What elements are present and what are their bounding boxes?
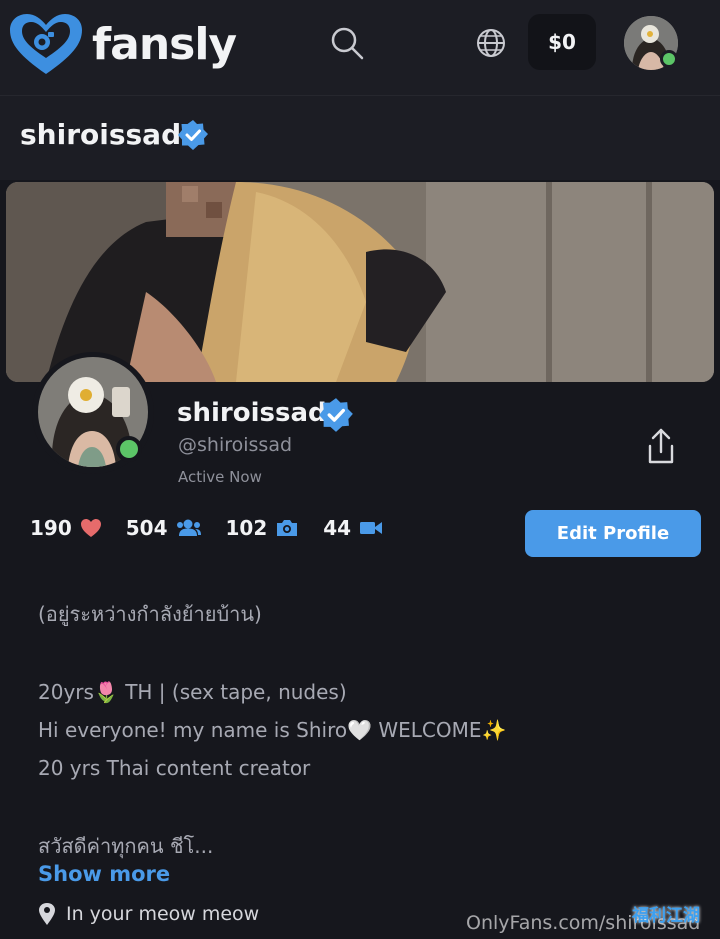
videos-count: 44 — [323, 516, 352, 540]
show-more-link[interactable]: Show more — [38, 862, 170, 886]
search-button[interactable] — [328, 24, 368, 64]
verified-badge-icon — [319, 398, 353, 432]
activity-status: Active Now — [178, 468, 262, 486]
edit-profile-button[interactable]: Edit Profile — [525, 510, 701, 557]
banner-photo — [6, 182, 714, 382]
profile-location: In your meow meow — [38, 902, 259, 926]
profile-banner-image — [6, 182, 714, 382]
likes-stat[interactable]: 190 — [30, 516, 102, 540]
bio-line: (อยู่ระหว่างกำลังย้ายบ้าน) — [38, 602, 262, 626]
bio-line: 20yrs🌷 TH | (sex tape, nudes) — [38, 680, 347, 704]
likes-count: 190 — [30, 516, 72, 540]
language-button[interactable] — [474, 26, 508, 60]
globe-icon — [477, 29, 505, 57]
heart-icon — [80, 519, 101, 537]
verified-badge-icon — [178, 120, 208, 150]
followers-count: 504 — [125, 516, 168, 540]
users-icon — [176, 519, 201, 536]
online-status-indicator — [660, 50, 678, 68]
display-name: shiroissad — [177, 398, 327, 428]
camera-icon — [277, 520, 298, 536]
followers-stat[interactable]: 504 — [126, 516, 202, 540]
videos-stat[interactable]: 44 — [323, 516, 383, 540]
location-text: In your meow meow — [66, 903, 260, 925]
fansly-heart-icon — [10, 14, 82, 74]
photos-count: 102 — [225, 516, 268, 540]
video-camera-icon — [360, 522, 383, 534]
location-pin-icon — [39, 903, 55, 925]
wallet-balance-button[interactable]: $0 — [528, 14, 596, 70]
profile-stats: 190 504 102 44 — [30, 516, 407, 540]
online-status-indicator — [116, 436, 142, 462]
photos-stat[interactable]: 102 — [226, 516, 300, 540]
share-icon — [648, 428, 674, 464]
search-icon — [331, 27, 364, 60]
watermark-badge: 福利江湖 — [632, 905, 700, 926]
bio-line: Hi everyone! my name is Shiro🤍 WELCOME✨ — [38, 718, 507, 742]
username-handle: @shiroissad — [178, 434, 293, 456]
bio-line: 20 yrs Thai content creator — [38, 756, 311, 780]
fansly-logo[interactable]: fansly — [8, 12, 237, 78]
profile-bio: (อยู่ระหว่างกำลังย้ายบ้าน) 20yrs🌷 TH | (… — [38, 595, 506, 865]
share-profile-button[interactable] — [642, 426, 680, 466]
brand-name: fansly — [92, 19, 237, 70]
page-title: shiroissad — [20, 118, 182, 151]
bio-line: สวัสดีค่าทุกคน ชีโ... — [38, 834, 214, 858]
